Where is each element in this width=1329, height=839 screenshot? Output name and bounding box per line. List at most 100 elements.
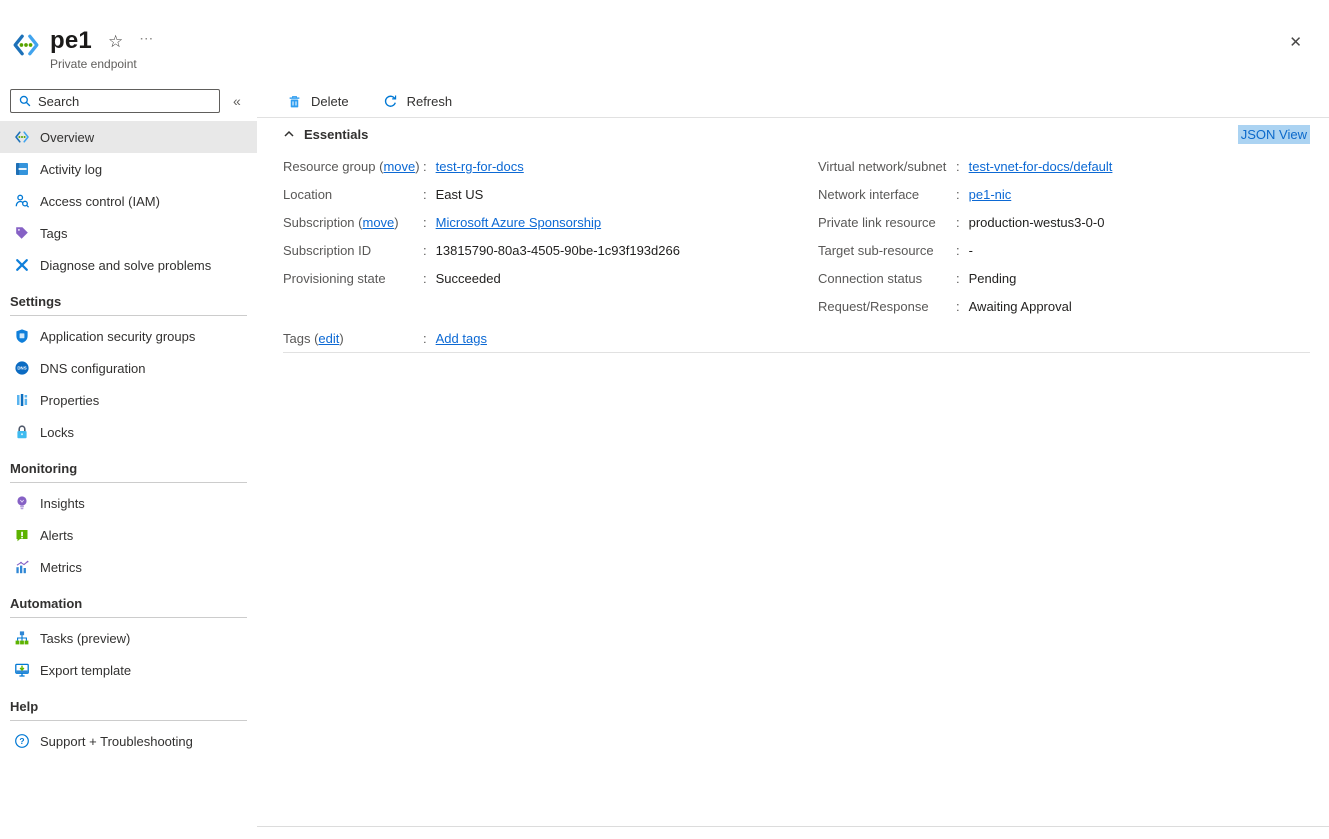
sidebar-item-metrics[interactable]: Metrics [0, 551, 257, 583]
sidebar-item-label: Tags [40, 226, 67, 241]
delete-icon [287, 94, 302, 109]
command-bar: Delete Refresh [257, 85, 1329, 118]
request-response-value: Awaiting Approval [969, 299, 1072, 314]
favorite-star-icon[interactable]: ☆ [108, 33, 123, 50]
essentials-field-subscription-id: Subscription ID : 13815790-80a3-4505-90b… [283, 236, 813, 264]
sidebar-item-dns-configuration[interactable]: DNS DNS configuration [0, 352, 257, 384]
sidebar-section-settings: Settings [10, 294, 247, 316]
sidebar-item-alerts[interactable]: Alerts [0, 519, 257, 551]
resource-group-move-link[interactable]: move [383, 159, 415, 174]
search-icon [18, 94, 32, 108]
collapse-sidebar-icon[interactable]: « [233, 93, 241, 109]
tags-edit-link[interactable]: edit [318, 331, 339, 346]
sidebar-item-label: Overview [40, 130, 94, 145]
essentials-field-request-response: Request/Response : Awaiting Approval [818, 292, 1318, 320]
dns-icon: DNS [14, 360, 30, 376]
essentials-collapse-toggle[interactable]: Essentials [283, 127, 368, 142]
page-title: pe1 [50, 27, 92, 55]
private-link-resource-value: production-westus3-0-0 [969, 215, 1105, 230]
network-interface-link[interactable]: pe1-nic [969, 187, 1012, 202]
sidebar-item-application-security-groups[interactable]: Application security groups [0, 320, 257, 352]
sidebar-item-label: Insights [40, 496, 85, 511]
sidebar-item-label: Export template [40, 663, 131, 678]
private-endpoint-icon [12, 31, 40, 59]
vnet-subnet-link[interactable]: test-vnet-for-docs/default [969, 159, 1113, 174]
chevron-up-icon [283, 128, 295, 140]
sidebar-item-diagnose[interactable]: Diagnose and solve problems [0, 249, 257, 281]
sidebar-item-label: Metrics [40, 560, 82, 575]
essentials-field-network-interface: Network interface : pe1-nic [818, 180, 1318, 208]
sidebar: « Overview Activity log Access control (… [0, 85, 257, 839]
sidebar-item-label: DNS configuration [40, 361, 146, 376]
sidebar-item-label: Application security groups [40, 329, 195, 344]
more-menu-icon[interactable]: ⋯ [139, 31, 154, 45]
azure-private-endpoint-page: pe1 ☆ ⋯ Private endpoint ✕ « Overview Ac… [0, 0, 1329, 839]
metrics-icon [14, 559, 30, 575]
resource-group-link[interactable]: test-rg-for-docs [436, 159, 524, 174]
sidebar-item-label: Locks [40, 425, 74, 440]
sidebar-item-access-control[interactable]: Access control (IAM) [0, 185, 257, 217]
essentials-right-column: Virtual network/subnet : test-vnet-for-d… [818, 152, 1318, 320]
connection-status-value: Pending [969, 271, 1017, 286]
sidebar-search-row: « [10, 89, 248, 113]
sidebar-item-label: Activity log [40, 162, 102, 177]
sidebar-item-label: Tasks (preview) [40, 631, 130, 646]
subscription-move-link[interactable]: move [362, 215, 394, 230]
sidebar-item-insights[interactable]: Insights [0, 487, 257, 519]
private-endpoint-icon [14, 129, 30, 145]
essentials-field-connection-status: Connection status : Pending [818, 264, 1318, 292]
target-sub-resource-value: - [969, 243, 973, 258]
essentials-header: Essentials JSON View [283, 123, 1310, 145]
svg-text:?: ? [19, 736, 24, 746]
json-view-link[interactable]: JSON View [1238, 125, 1310, 144]
content-bottom-divider [257, 826, 1329, 827]
delete-label: Delete [311, 94, 349, 109]
access-control-icon [14, 193, 30, 209]
add-tags-link[interactable]: Add tags [436, 331, 487, 346]
essentials-field-location: Location : East US [283, 180, 813, 208]
essentials-field-provisioning-state: Provisioning state : Succeeded [283, 264, 813, 292]
refresh-label: Refresh [407, 94, 453, 109]
properties-icon [14, 392, 30, 408]
sidebar-item-properties[interactable]: Properties [0, 384, 257, 416]
sidebar-item-label: Diagnose and solve problems [40, 258, 211, 273]
delete-button[interactable]: Delete [287, 94, 349, 109]
sidebar-item-label: Access control (IAM) [40, 194, 160, 209]
sidebar-item-tags[interactable]: Tags [0, 217, 257, 249]
activity-log-icon [14, 161, 30, 177]
essentials-left-column: Resource group (move) : test-rg-for-docs… [283, 152, 813, 292]
essentials-field-resource-group: Resource group (move) : test-rg-for-docs [283, 152, 813, 180]
security-shield-icon [14, 328, 30, 344]
sidebar-item-label: Alerts [40, 528, 73, 543]
essentials-field-target-sub-resource: Target sub-resource : - [818, 236, 1318, 264]
tag-icon [14, 225, 30, 241]
search-input[interactable] [38, 94, 212, 109]
lock-icon [14, 424, 30, 440]
sidebar-item-tasks[interactable]: Tasks (preview) [0, 622, 257, 654]
sidebar-item-export-template[interactable]: Export template [0, 654, 257, 686]
sidebar-section-help: Help [10, 699, 247, 721]
tasks-icon [14, 630, 30, 646]
sidebar-item-activity-log[interactable]: Activity log [0, 153, 257, 185]
diagnose-icon [14, 257, 30, 273]
sidebar-item-locks[interactable]: Locks [0, 416, 257, 448]
sidebar-section-monitoring: Monitoring [10, 461, 247, 483]
search-box[interactable] [10, 89, 220, 113]
sidebar-item-support-troubleshooting[interactable]: ? Support + Troubleshooting [0, 725, 257, 757]
refresh-button[interactable]: Refresh [383, 94, 453, 109]
resource-type-subtitle: Private endpoint [50, 57, 154, 71]
location-value: East US [436, 187, 484, 202]
sidebar-item-overview[interactable]: Overview [0, 121, 257, 153]
essentials-bottom-divider [283, 352, 1310, 353]
export-template-icon [14, 662, 30, 678]
help-icon: ? [14, 733, 30, 749]
insights-bulb-icon [14, 495, 30, 511]
essentials-field-private-link-resource: Private link resource : production-westu… [818, 208, 1318, 236]
essentials-title: Essentials [304, 127, 368, 142]
subscription-link[interactable]: Microsoft Azure Sponsorship [436, 215, 601, 230]
sidebar-section-automation: Automation [10, 596, 247, 618]
sidebar-item-label: Properties [40, 393, 99, 408]
close-icon[interactable]: ✕ [1289, 33, 1302, 51]
sidebar-item-label: Support + Troubleshooting [40, 734, 193, 749]
essentials-field-tags: Tags (edit) : Add tags [283, 324, 487, 352]
